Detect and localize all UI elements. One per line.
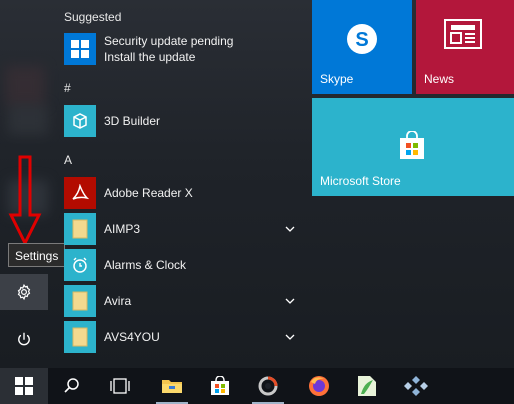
green-app-button[interactable] — [343, 368, 391, 404]
list-item-avs4you[interactable]: AVS4YOU — [64, 319, 306, 355]
alarm-clock-icon — [64, 249, 96, 281]
app-list: Suggested Security update pending Instal… — [48, 0, 306, 368]
store-taskbar-button[interactable] — [196, 368, 244, 404]
tile-skype[interactable]: S Skype — [312, 0, 412, 94]
chevron-down-icon[interactable] — [284, 331, 296, 343]
app-label: Adobe Reader X — [104, 186, 193, 200]
file-explorer-button[interactable] — [148, 368, 196, 404]
app-green-icon — [358, 376, 376, 396]
controller-app-button[interactable] — [392, 368, 440, 404]
skype-icon: S — [347, 24, 377, 54]
folder-icon — [64, 321, 96, 353]
svg-text:S: S — [355, 29, 368, 51]
newspaper-icon — [444, 19, 482, 49]
firefox-button[interactable] — [295, 368, 343, 404]
list-item-alarms-clock[interactable]: Alarms & Clock — [64, 247, 306, 283]
security-update-title: Security update pending — [104, 34, 234, 48]
list-item-3d-builder[interactable]: 3D Builder — [64, 103, 306, 139]
folder-icon — [64, 213, 96, 245]
3d-builder-icon — [64, 105, 96, 137]
section-header-suggested: Suggested — [64, 10, 122, 24]
app-label: AVS4YOU — [104, 330, 160, 344]
tile-microsoft-store[interactable]: Microsoft Store — [312, 98, 514, 196]
chevron-down-icon[interactable] — [284, 223, 296, 235]
start-button[interactable] — [0, 368, 48, 404]
app-taskbar-button[interactable] — [244, 368, 292, 404]
folder-icon — [64, 285, 96, 317]
tile-label-store: Microsoft Store — [320, 174, 401, 188]
microsoft-store-icon — [211, 376, 229, 395]
windows-logo-icon — [15, 377, 33, 395]
app-label: Avira — [104, 294, 132, 308]
settings-button[interactable] — [0, 274, 48, 310]
app-controller-icon — [404, 376, 428, 396]
app-label: Alarms & Clock — [104, 258, 187, 272]
task-view-button[interactable] — [96, 368, 144, 404]
section-header-a: A — [64, 153, 73, 167]
chevron-down-icon[interactable] — [284, 295, 296, 307]
section-header-hash: # — [64, 81, 71, 95]
power-icon — [18, 332, 30, 346]
app-label: AIMP3 — [104, 222, 141, 236]
app-label: 3D Builder — [104, 114, 161, 128]
tile-label-skype: Skype — [320, 72, 354, 86]
tile-news[interactable]: News — [416, 0, 514, 94]
security-update-subtitle: Install the update — [104, 50, 196, 64]
gear-icon — [17, 283, 31, 301]
windows-logo-icon — [64, 33, 96, 65]
search-icon — [64, 378, 79, 393]
firefox-icon — [309, 376, 329, 396]
list-item-avira[interactable]: Avira — [64, 283, 306, 319]
red-arrow-annotation — [8, 155, 42, 247]
list-item-security-update[interactable]: Security update pending Install the upda… — [64, 31, 306, 67]
app-icon — [258, 376, 278, 396]
microsoft-store-icon — [400, 131, 424, 159]
file-explorer-icon — [162, 380, 182, 393]
list-item-adobe-reader[interactable]: Adobe Reader X — [64, 175, 306, 211]
search-button[interactable] — [48, 368, 96, 404]
tile-label-news: News — [424, 72, 455, 86]
task-view-icon — [110, 378, 130, 394]
adobe-reader-icon — [64, 177, 96, 209]
list-item-aimp3[interactable]: AIMP3 — [64, 211, 306, 247]
taskbar — [0, 368, 514, 404]
power-button[interactable] — [0, 322, 48, 358]
